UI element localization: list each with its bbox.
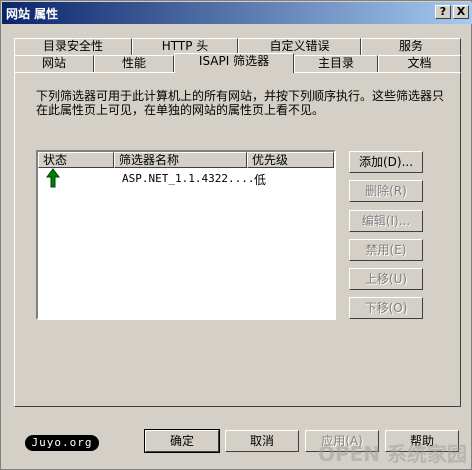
help-button[interactable]: ?: [435, 5, 451, 19]
tab-directory-security[interactable]: 目录安全性: [14, 38, 132, 55]
cancel-button[interactable]: 取消: [225, 430, 299, 452]
tab-home-directory[interactable]: 主目录: [294, 55, 378, 72]
properties-dialog: 网站 属性 ? X 目录安全性 HTTP 头 自定义错误 服务 网站 性能 IS…: [0, 0, 472, 470]
priority-cell: 低: [254, 173, 267, 187]
move-up-button[interactable]: 上移(U): [349, 268, 423, 290]
add-button[interactable]: 添加(D)...: [349, 151, 423, 173]
close-button[interactable]: X: [453, 5, 469, 19]
tab-service[interactable]: 服务: [361, 38, 461, 55]
ok-button[interactable]: 确定: [144, 429, 220, 453]
filters-list[interactable]: 状态 筛选器名称 优先级 ASP.NET_1.1.4322.... 低: [36, 150, 336, 320]
disable-button[interactable]: 禁用(E): [349, 239, 423, 261]
juyo-badge: Juyo.org: [25, 435, 99, 451]
window-title: 网站 属性: [6, 7, 59, 21]
green-up-arrow-icon: [46, 168, 60, 191]
tab-website[interactable]: 网站: [14, 55, 94, 72]
column-filter-name[interactable]: 筛选器名称: [114, 152, 247, 168]
site-watermark: OPEN 系统家园: [317, 442, 467, 466]
move-down-button[interactable]: 下移(O): [349, 297, 423, 319]
remove-button[interactable]: 删除(R): [349, 180, 423, 202]
tab-isapi-filters[interactable]: ISAPI 筛选器: [174, 53, 294, 73]
tab-performance[interactable]: 性能: [94, 55, 174, 72]
title-bar: 网站 属性 ? X: [2, 2, 472, 24]
tab-documents[interactable]: 文档: [378, 55, 461, 72]
column-priority[interactable]: 优先级: [247, 152, 334, 168]
column-status[interactable]: 状态: [38, 152, 114, 168]
filters-description: 下列筛选器可用于此计算机上的所有网站，并按下列顺序执行。这些筛选器只在此属性页上…: [36, 89, 445, 117]
edit-button[interactable]: 编辑(I)...: [349, 210, 423, 232]
filter-name-cell: ASP.NET_1.1.4322....: [122, 172, 255, 185]
